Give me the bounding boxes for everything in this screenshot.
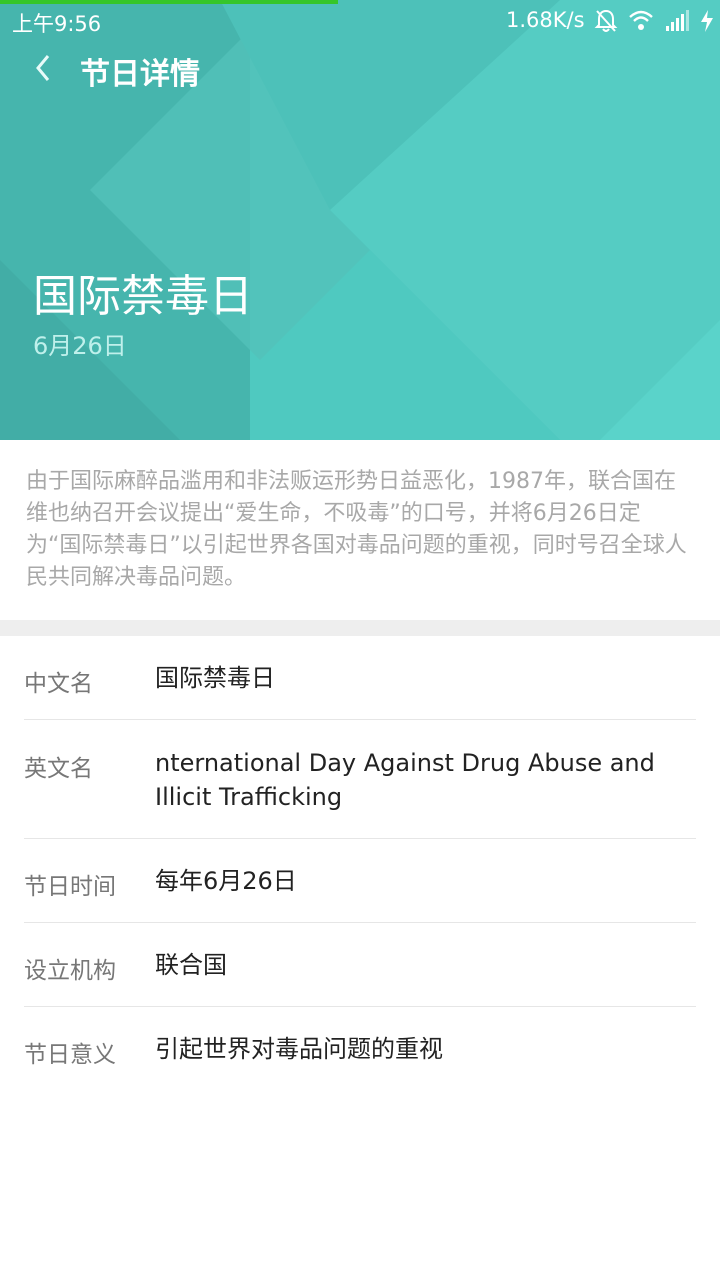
detail-label: 节日时间	[24, 874, 116, 900]
detail-label: 节日意义	[24, 1042, 116, 1068]
mute-bell-icon	[594, 9, 618, 32]
detail-row-chinese-name: 中文名 国际禁毒日	[24, 636, 696, 720]
detail-row-organization: 设立机构 联合国	[24, 923, 696, 1007]
back-arrow-icon[interactable]	[28, 50, 60, 86]
detail-value: 联合国	[155, 951, 227, 979]
hero-banner: 上午9:56 1.68K/s 节日详情 国际禁毒日 6月26日	[0, 0, 720, 440]
status-bar: 上午9:56 1.68K/s	[0, 4, 720, 40]
page-title: 节日详情	[80, 57, 200, 92]
detail-row-date: 节日时间 每年6月26日	[24, 839, 696, 923]
section-divider	[0, 620, 720, 636]
festival-date: 6月26日	[33, 332, 127, 360]
detail-value: 国际禁毒日	[155, 664, 275, 692]
detail-value: nternational Day Against Drug Abuse and …	[155, 749, 655, 811]
festival-description: 由于国际麻醉品滥用和非法贩运形势日益恶化，1987年，联合国在维也纳召开会议提出…	[26, 469, 687, 590]
detail-label: 英文名	[24, 756, 93, 782]
wifi-icon	[629, 10, 653, 30]
status-net-speed: 1.68K/s	[506, 8, 585, 32]
signal-icon	[666, 10, 689, 31]
detail-value: 每年6月26日	[155, 867, 297, 895]
detail-row-english-name: 英文名 nternational Day Against Drug Abuse …	[24, 720, 696, 839]
status-time: 上午9:56	[12, 12, 102, 36]
festival-name: 国际禁毒日	[33, 271, 253, 322]
detail-row-significance: 节日意义 引起世界对毒品问题的重视	[24, 1007, 696, 1090]
detail-label: 中文名	[24, 671, 93, 697]
charging-icon	[701, 10, 713, 32]
details-list: 中文名 国际禁毒日 英文名 nternational Day Against D…	[0, 636, 720, 1090]
detail-label: 设立机构	[24, 958, 116, 984]
detail-value: 引起世界对毒品问题的重视	[155, 1035, 443, 1063]
top-bar: 节日详情	[0, 40, 720, 96]
